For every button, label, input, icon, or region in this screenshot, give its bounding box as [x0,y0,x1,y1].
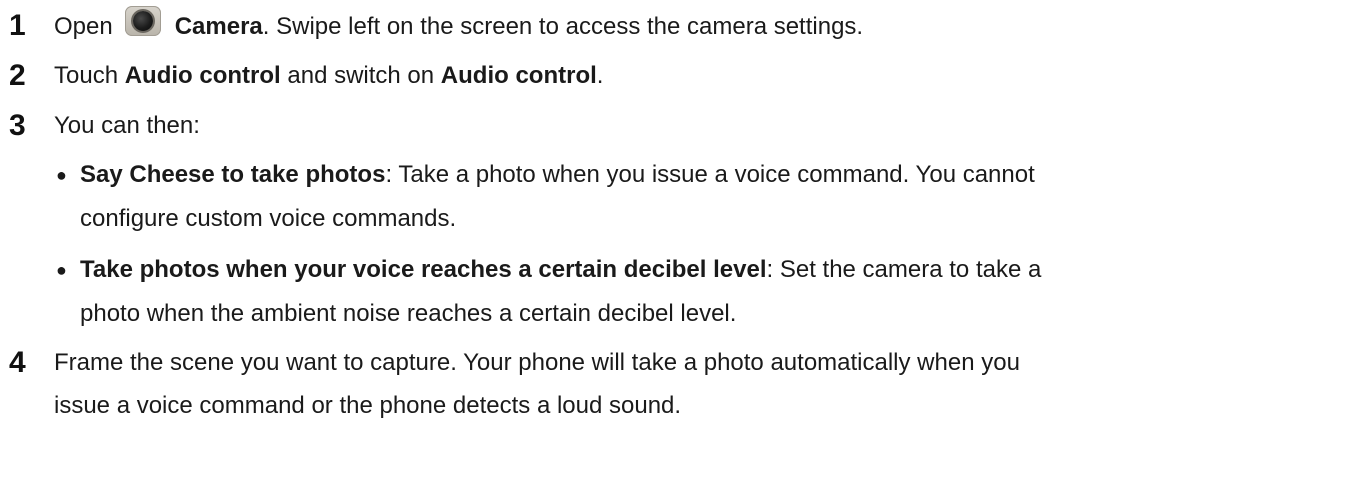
bullet-text: : Set the camera to take a [766,256,1042,283]
step-text-mid: and switch on [280,62,441,89]
step-text: Touch Audio control and switch on Audio … [54,56,603,96]
step-bold-audio-control: Audio control [124,62,281,89]
step-bold-audio-control-2: Audio control [440,62,597,89]
step-text-post: . Swipe left on the screen to access the… [262,13,864,40]
step-text: You can then: [54,112,200,139]
step-number: 1 [9,9,26,42]
step-text-pre: Open [54,13,113,40]
step-number: 2 [9,59,26,92]
step-text: Open Camera. Swipe left on the screen to … [54,6,863,47]
bullet-text-cont: photo when the ambient noise reaches a c… [80,300,737,327]
step-text-line2: issue a voice command or the phone detec… [54,392,682,419]
step-number: 4 [9,346,26,379]
bullet-item-say-cheese: Say Cheese to take photos: Take a photo … [80,154,1035,196]
step-text-pre: Touch [54,62,125,89]
bullet-bold: Say Cheese to take photos [80,161,386,188]
bullet-dot: ● [56,165,67,185]
step-text-line1: Frame the scene you want to capture. You… [54,349,1020,376]
step-number: 3 [9,109,26,142]
step-bold-camera: Camera [174,13,263,40]
bullet-item-decibel-cont: photo when the ambient noise reaches a c… [80,293,736,335]
bullet-item-decibel: Take photos when your voice reaches a ce… [80,249,1041,291]
bullet-dot: ● [56,260,67,280]
bullet-bold: Take photos when your voice reaches a ce… [80,256,767,283]
bullet-text: : Take a photo when you issue a voice co… [385,161,1035,188]
bullet-item-say-cheese-cont: configure custom voice commands. [80,198,456,240]
bullet-text-cont: configure custom voice commands. [80,205,457,232]
camera-app-icon [124,6,161,36]
step-text-post: . [596,62,604,89]
